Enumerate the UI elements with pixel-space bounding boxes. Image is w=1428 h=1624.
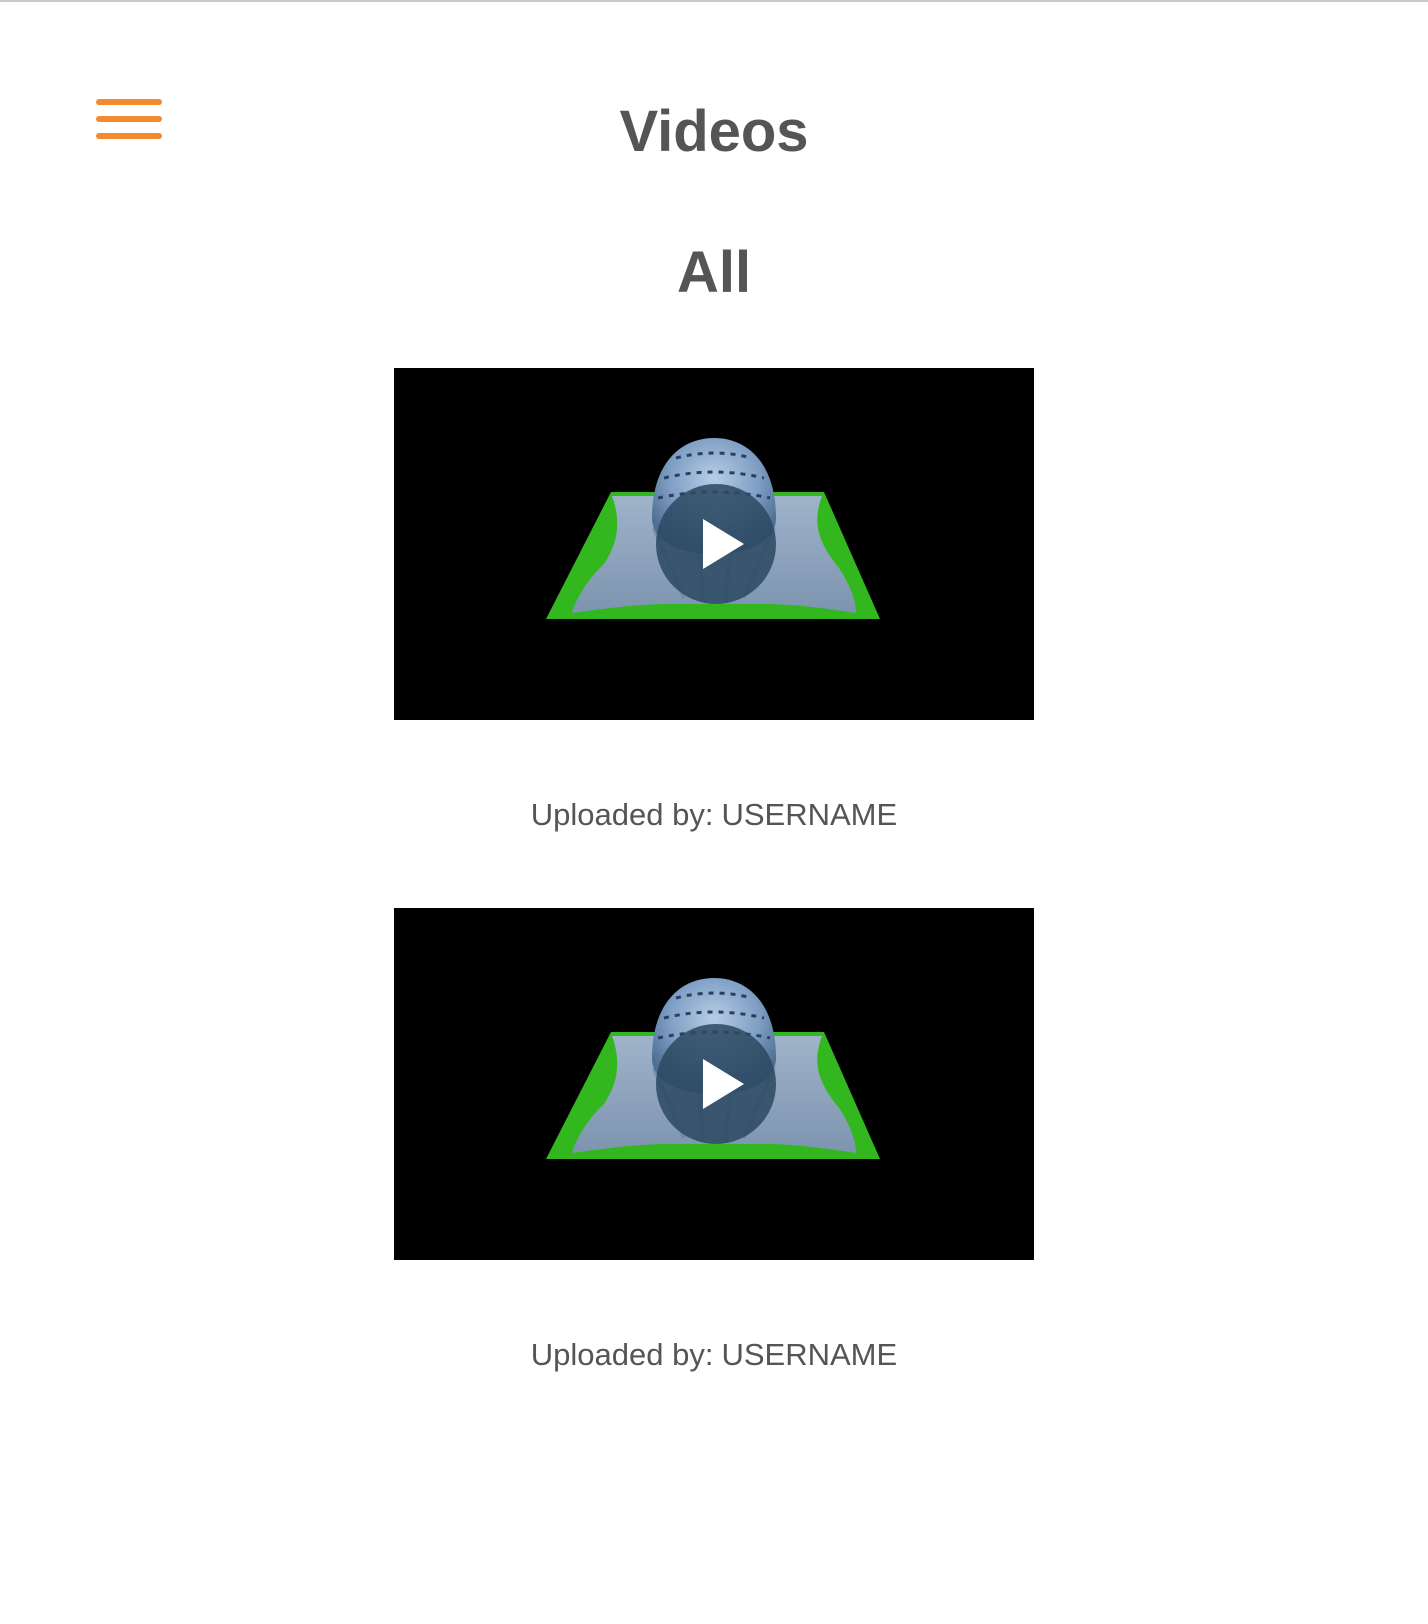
play-button[interactable] bbox=[656, 1024, 776, 1144]
play-button[interactable] bbox=[656, 484, 776, 604]
video-card: Uploaded by: USERNAME bbox=[394, 368, 1034, 835]
video-player[interactable] bbox=[394, 908, 1034, 1260]
section-title: All bbox=[676, 240, 752, 305]
videos-page: Videos All Uploaded by: USERNAME Uploade… bbox=[0, 0, 1428, 1624]
uploader-name: USERNAME bbox=[721, 797, 898, 832]
top-divider bbox=[0, 0, 1428, 2]
play-icon bbox=[703, 519, 744, 569]
video-player[interactable] bbox=[394, 368, 1034, 720]
uploader-name: USERNAME bbox=[721, 1337, 898, 1372]
uploader-label: Uploaded by: bbox=[530, 1337, 714, 1372]
page-title: Videos bbox=[619, 99, 809, 164]
uploader-info: Uploaded by: USERNAME bbox=[394, 1335, 1034, 1375]
play-icon bbox=[703, 1059, 744, 1109]
uploader-info: Uploaded by: USERNAME bbox=[394, 795, 1034, 835]
uploader-label: Uploaded by: bbox=[530, 797, 714, 832]
video-card: Uploaded by: USERNAME bbox=[394, 908, 1034, 1375]
